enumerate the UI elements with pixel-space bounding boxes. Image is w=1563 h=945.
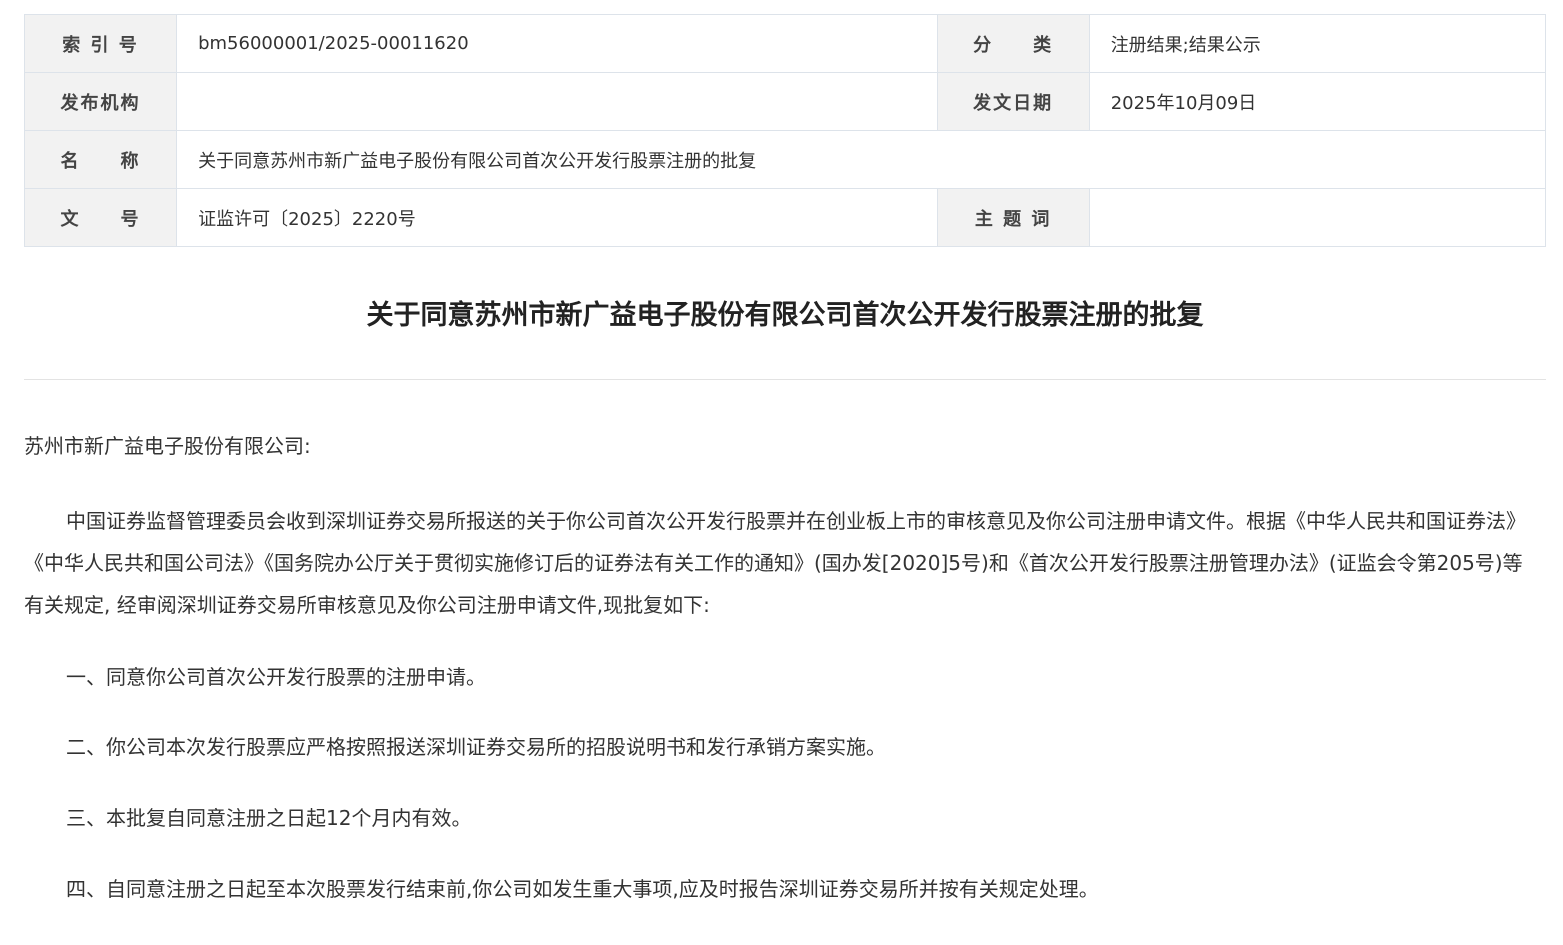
doc-number-value: 证监许可〔2025〕2220号 [176,188,938,247]
doc-name-label: 名 称 [23,130,178,189]
metadata-row-publisher: 发布机构 发文日期 2025年10月09日 [23,72,1547,131]
document-metadata-table: 索 引 号 bm56000001/2025-00011620 分 类 注册结果;… [23,14,1547,247]
index-number-label: 索 引 号 [23,14,178,73]
publisher-value [176,72,938,131]
metadata-row-name: 名 称 关于同意苏州市新广益电子股份有限公司首次公开发行股票注册的批复 [23,130,1546,189]
document-title: 关于同意苏州市新广益电子股份有限公司首次公开发行股票注册的批复 [366,300,1204,331]
issue-date-label: 发文日期 [936,72,1090,131]
issue-date-value: 2025年10月09日 [1088,72,1547,131]
title-divider [24,379,1546,380]
doc-name-value: 关于同意苏州市新广益电子股份有限公司首次公开发行股票注册的批复 [176,130,1546,189]
approval-item: 一、同意你公司首次公开发行股票的注册申请。 [66,665,486,689]
approval-item: 三、本批复自同意注册之日起12个月内有效。 [66,806,472,830]
category-value: 注册结果;结果公示 [1088,14,1547,73]
category-label: 分 类 [936,14,1090,73]
doc-number-label: 文 号 [23,188,178,247]
publisher-label: 发布机构 [23,72,178,131]
salutation: 苏州市新广益电子股份有限公司: [24,434,311,458]
metadata-row-index: 索 引 号 bm56000001/2025-00011620 分 类 注册结果;… [23,14,1547,73]
keywords-label: 主 题 词 [936,188,1090,247]
intro-paragraph: 中国证券监督管理委员会收到深圳证券交易所报送的关于你公司首次公开发行股票并在创业… [24,509,1526,617]
metadata-row-docno: 文 号 证监许可〔2025〕2220号 主 题 词 [23,188,1547,247]
approval-item: 二、你公司本次发行股票应严格按照报送深圳证券交易所的招股说明书和发行承销方案实施… [66,735,886,759]
approval-item: 四、自同意注册之日起至本次股票发行结束前,你公司如发生重大事项,应及时报告深圳证… [66,877,1099,901]
index-number-value: bm56000001/2025-00011620 [176,14,938,73]
keywords-value [1088,188,1547,247]
